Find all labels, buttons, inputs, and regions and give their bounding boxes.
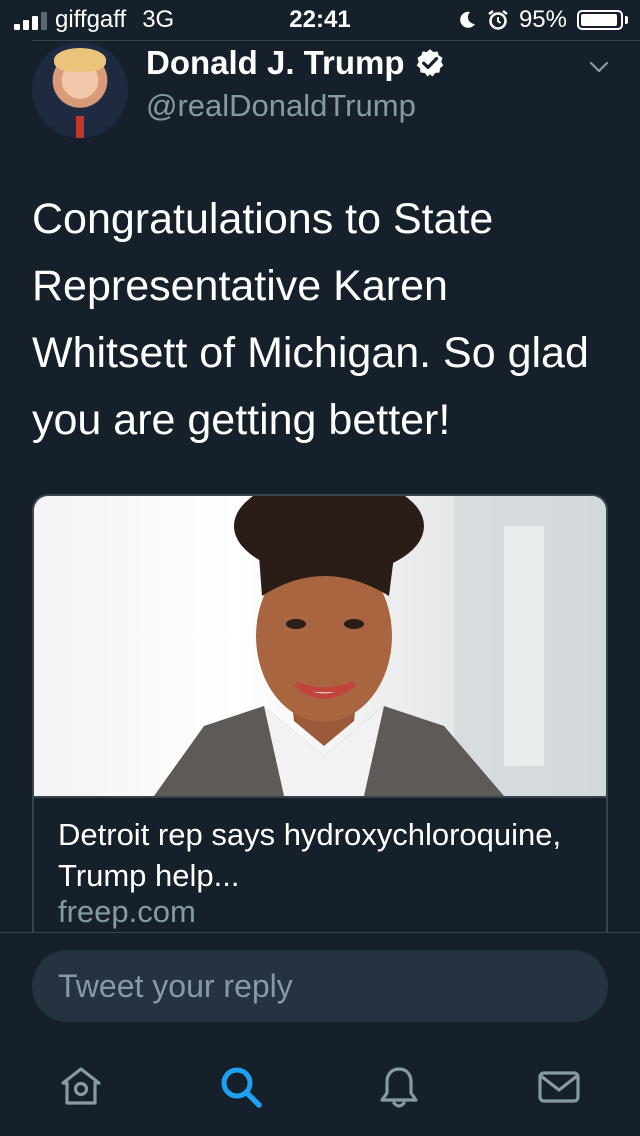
header-divider (32, 40, 640, 41)
author-avatar[interactable] (32, 42, 128, 138)
battery-percent: 95% (518, 6, 567, 33)
author-name-text: Donald J. Trump (146, 44, 405, 81)
battery-tip (625, 16, 628, 24)
tab-notifications[interactable] (374, 1062, 424, 1112)
author-handle[interactable]: @realDonaldTrump (146, 88, 416, 124)
moon-icon (460, 11, 475, 28)
messages-icon (538, 1071, 580, 1103)
avatar-hair (54, 48, 106, 72)
tweet-text: Congratulations to State Representative … (32, 195, 589, 444)
alarm-icon (488, 10, 508, 30)
tweet-detail-screen: giffgaff 3G 22:41 95% Donald J. Trump @r… (0, 0, 640, 1136)
reply-input[interactable]: Tweet your reply (32, 950, 608, 1022)
search-icon (221, 1067, 262, 1108)
card-title: Detroit rep says hydroxychloroquine, Tru… (58, 817, 562, 893)
battery-fill (581, 14, 617, 26)
home-icon (61, 1067, 101, 1105)
reply-divider (0, 932, 640, 933)
battery-icon (577, 10, 623, 30)
status-indicators: 95% (457, 0, 628, 40)
card-domain: freep.com (58, 894, 196, 929)
verified-badge-icon (416, 49, 443, 77)
tab-search[interactable] (216, 1062, 266, 1112)
card-image (34, 496, 606, 796)
tab-home[interactable] (56, 1062, 106, 1112)
card-separator (34, 796, 606, 798)
avatar-tie (76, 116, 84, 138)
tab-messages[interactable] (534, 1062, 584, 1112)
card-photo-illustration (154, 496, 606, 796)
reply-placeholder: Tweet your reply (58, 967, 293, 1004)
chevron-down-icon[interactable] (588, 56, 610, 78)
link-preview-card[interactable]: Detroit rep says hydroxychloroquine, Tru… (32, 494, 608, 954)
status-bar: giffgaff 3G 22:41 95% (0, 0, 640, 40)
author-display-name[interactable]: Donald J. Trump (146, 44, 445, 82)
notifications-icon (380, 1067, 418, 1108)
